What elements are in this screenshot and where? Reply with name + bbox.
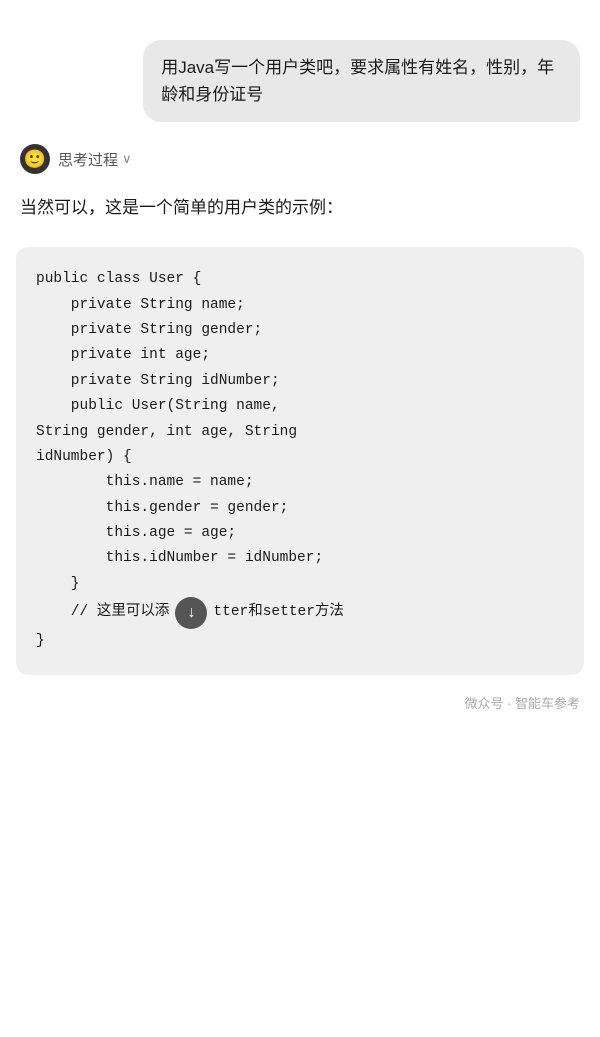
- intro-text: 当然可以，这是一个简单的用户类的示例：: [20, 198, 343, 217]
- code-line-3: private String gender;: [36, 318, 564, 343]
- avatar-emoji: 🙂: [24, 149, 46, 170]
- footer: 微众号 · 智能车参考: [0, 683, 600, 716]
- thinking-toggle[interactable]: 思考过程 ∨: [58, 149, 132, 170]
- assistant-intro: 当然可以，这是一个简单的用户类的示例：: [0, 186, 600, 239]
- code-line-12: this.idNumber = idNumber;: [36, 546, 564, 571]
- code-line-close: }: [36, 629, 564, 654]
- code-line-4: private int age;: [36, 343, 564, 368]
- code-line-6: public User(String name,: [36, 394, 564, 419]
- user-message: 用Java写一个用户类吧，要求属性有姓名，性别，年龄和身份证号: [0, 30, 600, 132]
- code-line-5: private String idNumber;: [36, 369, 564, 394]
- code-line-10: this.gender = gender;: [36, 496, 564, 521]
- code-line-comment: // 这里可以添 ↓ tter和setter方法: [36, 597, 564, 629]
- user-text: 用Java写一个用户类吧，要求属性有姓名，性别，年龄和身份证号: [161, 58, 554, 104]
- code-line-1: public class User {: [36, 267, 564, 292]
- scroll-down-arrow-icon: ↓: [187, 599, 197, 627]
- scroll-down-button[interactable]: ↓: [175, 597, 207, 629]
- chevron-down-icon: ∨: [122, 151, 132, 167]
- code-line-13: }: [36, 572, 564, 597]
- code-block: public class User { private String name;…: [16, 247, 584, 674]
- code-line-7: String gender, int age, String: [36, 420, 564, 445]
- avatar: 🙂: [20, 144, 50, 174]
- comment-text-after: tter和setter方法: [213, 600, 344, 625]
- thinking-row: 🙂 思考过程 ∨: [0, 132, 600, 186]
- code-line-9: this.name = name;: [36, 470, 564, 495]
- chat-container: 用Java写一个用户类吧，要求属性有姓名，性别，年龄和身份证号 🙂 思考过程 ∨…: [0, 20, 600, 726]
- footer-text: 微众号 · 智能车参考: [464, 693, 580, 712]
- user-bubble: 用Java写一个用户类吧，要求属性有姓名，性别，年龄和身份证号: [143, 40, 580, 122]
- code-line-8: idNumber) {: [36, 445, 564, 470]
- thinking-label-text: 思考过程: [58, 149, 118, 170]
- code-line-2: private String name;: [36, 293, 564, 318]
- code-line-11: this.age = age;: [36, 521, 564, 546]
- comment-text-before: // 这里可以添: [36, 600, 169, 625]
